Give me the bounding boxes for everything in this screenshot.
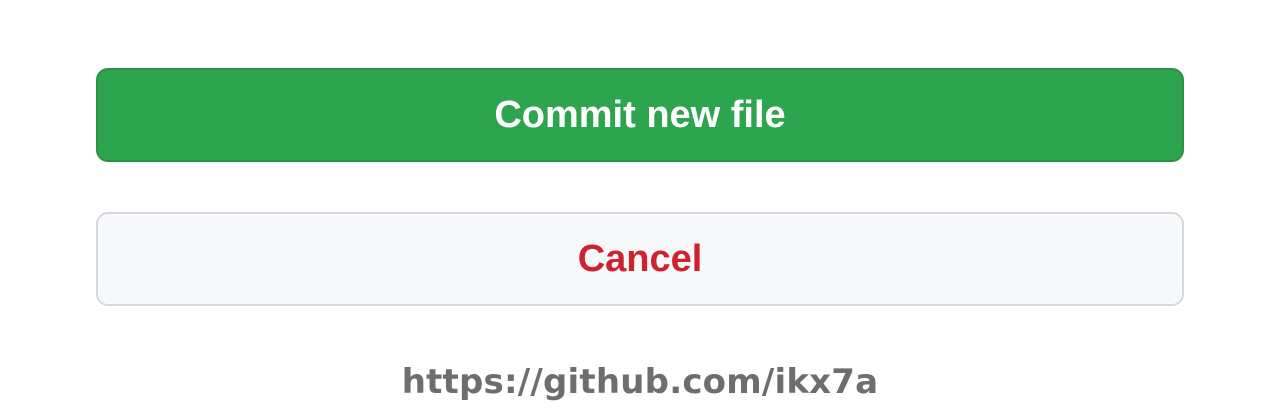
commit-new-file-button[interactable]: Commit new file (96, 68, 1184, 162)
cancel-button[interactable]: Cancel (96, 212, 1184, 306)
watermark-url: https://github.com/ikx7a (401, 362, 879, 402)
